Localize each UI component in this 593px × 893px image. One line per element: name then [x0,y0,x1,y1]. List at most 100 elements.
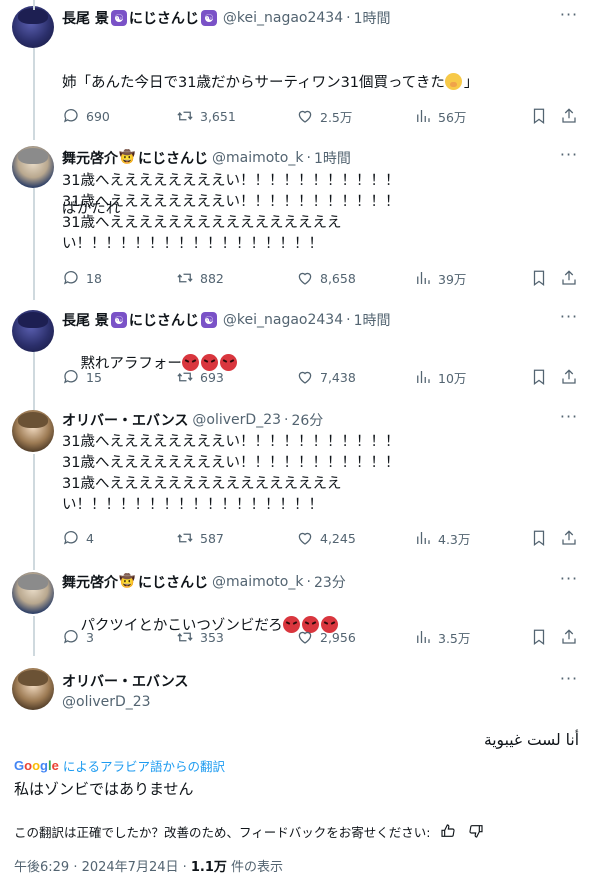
reply-button[interactable]: 3 [62,627,94,647]
retweet-icon [176,107,194,125]
separator: · [306,574,311,590]
more-options-icon[interactable]: ··· [559,7,579,28]
thread-line [33,188,35,300]
share-icon [560,269,578,287]
reply-button[interactable]: 4 [62,528,94,548]
retweet-button[interactable]: 353 [176,627,224,647]
avatar[interactable] [12,146,54,188]
retweet-button[interactable]: 882 [176,268,224,288]
more-options-icon[interactable]: ··· [559,409,579,430]
retweet-button[interactable]: 587 [176,528,224,548]
bookmark-button[interactable] [530,367,554,387]
google-logo-letter: e [51,758,59,773]
share-button[interactable] [560,627,584,647]
bookmark-button[interactable] [530,528,554,548]
timestamp[interactable]: 1時間 [354,8,391,28]
tweet-3[interactable]: 長尾 景 ☯ にじさんじ ☯ @kei_nagao2434 · 1時間 ··· … [0,302,593,402]
retweet-count: 882 [200,270,224,286]
user-handle[interactable]: @maimoto_k [212,574,303,590]
like-button[interactable]: 4,245 [296,528,356,548]
views-button[interactable]: 4.3万 [414,528,470,548]
share-button[interactable] [560,268,584,288]
avatar[interactable] [12,410,54,452]
user-handle[interactable]: @oliverD_23 [62,694,151,710]
thread-line [33,454,35,562]
display-name[interactable]: 長尾 景 [62,8,109,28]
avatar[interactable] [12,6,54,48]
retweet-button[interactable]: 3,651 [176,106,236,126]
tweet-2[interactable]: 舞元啓介 🤠 にじさんじ @maimoto_k · 1時間 ··· 31歳へええ… [0,0,593,300]
views-icon [414,269,432,287]
more-options-icon[interactable]: ··· [559,671,579,692]
display-name[interactable]: 舞元啓介 [62,572,118,592]
reply-icon [62,529,80,547]
reply-icon [62,107,80,125]
user-handle[interactable]: @oliverD_23 [192,412,281,428]
display-name[interactable]: 長尾 景 [62,310,109,330]
share-button[interactable] [560,528,584,548]
tweet-1[interactable]: 長尾 景 ☯ にじさんじ ☯ @kei_nagao2434 · 1時間 ··· … [0,0,593,217]
timestamp[interactable]: 23分 [314,572,346,592]
display-name[interactable]: 舞元啓介 [62,148,118,168]
more-options-icon[interactable]: ··· [559,309,579,330]
bookmark-icon [530,368,548,386]
affiliation-badge-icon: ☯ [110,10,127,26]
views-button[interactable]: 39万 [414,268,466,288]
timestamp[interactable]: 26分 [291,410,323,430]
views-count: 4.3万 [438,531,471,547]
reply-button[interactable]: 18 [62,268,102,288]
reply-count: 4 [86,530,94,546]
bookmark-button[interactable] [530,627,554,647]
user-handle[interactable]: @kei_nagao2434 [223,10,343,26]
affiliation-name: にじさんじ [138,151,208,167]
post-timestamp[interactable]: 午後6:29 · 2024年7月24日 · [14,860,191,875]
tweet-5[interactable]: 舞元啓介 🤠 にじさんじ @maimoto_k · 23分 ··· パクツイとか… [0,562,593,656]
thread-line [33,562,35,570]
display-name[interactable]: オリバー・エバンス [62,671,188,691]
translation-source-link[interactable]: によるアラビア語からの翻訳 [63,756,225,775]
views-icon [414,628,432,646]
timestamp[interactable]: 1時間 [314,148,351,168]
tweet-4[interactable]: オリバー・エバンス @oliverD_23 · 26分 ··· 31歳へええええ… [0,402,593,562]
bookmark-button[interactable] [530,106,554,126]
translation-attribution[interactable]: Google によるアラビア語からの翻訳 [14,756,225,775]
tweet-metadata: 午後6:29 · 2024年7月24日 · 1.1万 件の表示 [14,856,283,875]
tweet-header: 舞元啓介 🤠 にじさんじ @maimoto_k · 23分 [62,572,346,592]
avatar[interactable] [12,572,54,614]
tweet-actions: 690 3,651 2.5万 56万 [62,106,582,126]
views-icon [414,529,432,547]
user-handle[interactable]: @maimoto_k [212,150,303,166]
tweet-actions: 18 882 8,658 39万 [62,268,582,288]
like-button[interactable]: 2.5万 [296,106,352,126]
share-button[interactable] [560,367,584,387]
views-button[interactable]: 56万 [414,106,466,126]
views-button[interactable]: 10万 [414,367,466,387]
tweet-header: 長尾 景 ☯ にじさんじ ☯ @kei_nagao2434 · 1時間 [62,310,390,330]
views-label: 件の表示 [226,860,284,875]
like-button[interactable]: 2,956 [296,627,356,647]
thumbs-up-icon[interactable] [440,823,458,841]
like-button[interactable]: 8,658 [296,268,356,288]
share-icon [560,628,578,646]
share-button[interactable] [560,106,584,126]
like-button[interactable]: 7,438 [296,367,356,387]
views-button[interactable]: 3.5万 [414,627,470,647]
avatar[interactable] [12,668,54,710]
more-options-icon[interactable]: ··· [559,147,579,168]
avatar[interactable] [12,310,54,352]
separator: · [284,412,289,428]
bookmark-button[interactable] [530,268,554,288]
reply-count: 18 [86,270,102,286]
heart-icon [296,107,314,125]
reply-button[interactable]: 15 [62,367,102,387]
reply-button[interactable]: 690 [62,106,110,126]
timestamp[interactable]: 1時間 [354,310,391,330]
views-count: 3.5万 [438,630,471,646]
thumbs-down-icon[interactable] [468,823,486,841]
retweet-button[interactable]: 693 [176,367,224,387]
more-options-icon[interactable]: ··· [559,571,579,592]
user-handle[interactable]: @kei_nagao2434 [223,312,343,328]
display-name[interactable]: オリバー・エバンス [62,410,188,430]
reply-icon [62,269,80,287]
share-icon [560,107,578,125]
